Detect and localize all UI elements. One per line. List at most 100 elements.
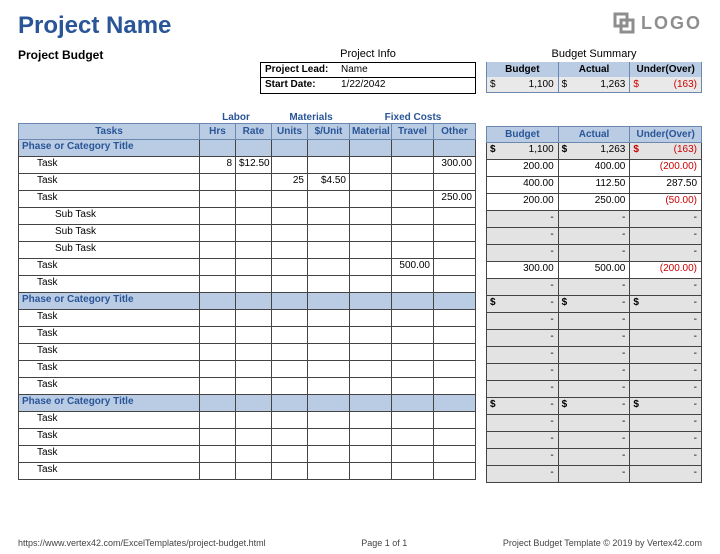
budget-row: --- [486,330,702,347]
group-header-row: Labor Materials Fixed Costs [18,112,476,123]
task-row: Task25$4.50 [18,174,476,191]
start-date-label: Start Date: [261,78,337,93]
summary-col-underover: Under(Over) [630,62,702,77]
phase-totals: $-$-$- [486,296,702,313]
col-tasks: Tasks [18,124,200,139]
info-row: Project Budget Project Info Project Lead… [18,48,702,94]
task-label: Task [18,276,200,292]
phase-totals: $1,100$1,263$(163) [486,143,702,160]
group-fixed: Fixed Costs [350,112,476,123]
col-actual: Actual [559,127,631,142]
task-row: Sub Task [18,208,476,225]
budget-row: 200.00250.00(50.00) [486,194,702,211]
task-row: Task [18,378,476,395]
phase-row: Phase or Category Title [18,395,476,412]
task-row: Task [18,344,476,361]
footer-url: https://www.vertex42.com/ExcelTemplates/… [18,538,266,548]
task-row: Task [18,412,476,429]
start-date-row: Start Date: 1/22/2042 [260,78,476,94]
project-info-heading: Project Info [260,48,476,60]
col-unitcost: $/Unit [308,124,350,139]
task-row: Task [18,361,476,378]
subtitle: Project Budget [18,48,250,62]
logo-text: LOGO [641,13,702,34]
budget-row: --- [486,415,702,432]
phase-totals: $-$-$- [486,398,702,415]
task-label: Task [18,191,200,207]
task-label: Task [18,157,200,173]
phase-title: Phase or Category Title [18,140,200,156]
task-row: Task8$12.50300.00 [18,157,476,174]
footer-page: Page 1 of 1 [361,538,407,548]
task-label: Task [18,446,200,462]
column-header-row: Tasks Hrs Rate Units $/Unit Material Tra… [18,123,476,140]
task-label: Task [18,259,200,275]
task-label: Sub Task [18,208,200,224]
task-row: Task [18,429,476,446]
budget-table: Budget Actual Under(Over) $1,100$1,263$(… [486,112,702,483]
task-row: Task250.00 [18,191,476,208]
budget-row: --- [486,211,702,228]
budget-row: --- [486,279,702,296]
budget-row: --- [486,364,702,381]
task-row: Task [18,446,476,463]
summary-col-budget: Budget [486,62,559,77]
footer-copyright: Project Budget Template © 2019 by Vertex… [503,538,702,548]
task-row: Task [18,327,476,344]
budget-row: --- [486,381,702,398]
col-units: Units [272,124,308,139]
task-label: Task [18,310,200,326]
budget-header-row: Budget Actual Under(Over) [486,126,702,143]
task-label: Task [18,463,200,479]
tasks-table: Labor Materials Fixed Costs Tasks Hrs Ra… [18,112,476,483]
task-label: Task [18,344,200,360]
task-label: Task [18,378,200,394]
task-row: Task [18,310,476,327]
task-label: Task [18,327,200,343]
budget-summary-heading: Budget Summary [486,48,702,60]
project-lead-label: Project Lead: [261,63,337,77]
summary-values: $1,100 $1,263 $(163) [486,77,702,93]
task-label: Task [18,174,200,190]
logo: LOGO [613,12,702,34]
budget-row: 300.00500.00(200.00) [486,262,702,279]
col-other: Other [434,124,476,139]
footer: https://www.vertex42.com/ExcelTemplates/… [18,538,702,548]
task-row: Task500.00 [18,259,476,276]
budget-row: 200.00400.00(200.00) [486,160,702,177]
task-label: Sub Task [18,225,200,241]
budget-row: --- [486,432,702,449]
col-hrs: Hrs [200,124,236,139]
summary-underover: $(163) [630,77,702,93]
budget-row: --- [486,449,702,466]
task-row: Sub Task [18,225,476,242]
summary-actual: $1,263 [559,77,631,93]
task-row: Task [18,463,476,480]
task-label: Task [18,412,200,428]
group-materials: Materials [272,112,350,123]
table-area: Labor Materials Fixed Costs Tasks Hrs Ra… [18,112,702,483]
project-lead-value: Name [337,63,475,77]
task-row: Task [18,276,476,293]
budget-row: --- [486,228,702,245]
project-info-block: Project Info Project Lead: Name Start Da… [260,48,476,94]
budget-summary-block: Budget Summary Budget Actual Under(Over)… [486,48,702,94]
document-page: Project Name LOGO Project Budget Project… [0,0,720,554]
budget-row: --- [486,466,702,483]
budget-row: --- [486,245,702,262]
page-title: Project Name [18,12,171,40]
col-travel: Travel [392,124,434,139]
group-labor: Labor [200,112,272,123]
task-label: Task [18,361,200,377]
budget-row: 400.00112.50287.50 [486,177,702,194]
task-label: Task [18,429,200,445]
summary-header: Budget Actual Under(Over) [486,62,702,77]
col-budget: Budget [486,127,559,142]
phase-row: Phase or Category Title [18,140,476,157]
phase-title: Phase or Category Title [18,395,200,411]
task-row: Sub Task [18,242,476,259]
project-lead-row: Project Lead: Name [260,62,476,78]
budget-row: --- [486,313,702,330]
budget-row: --- [486,347,702,364]
phase-title: Phase or Category Title [18,293,200,309]
